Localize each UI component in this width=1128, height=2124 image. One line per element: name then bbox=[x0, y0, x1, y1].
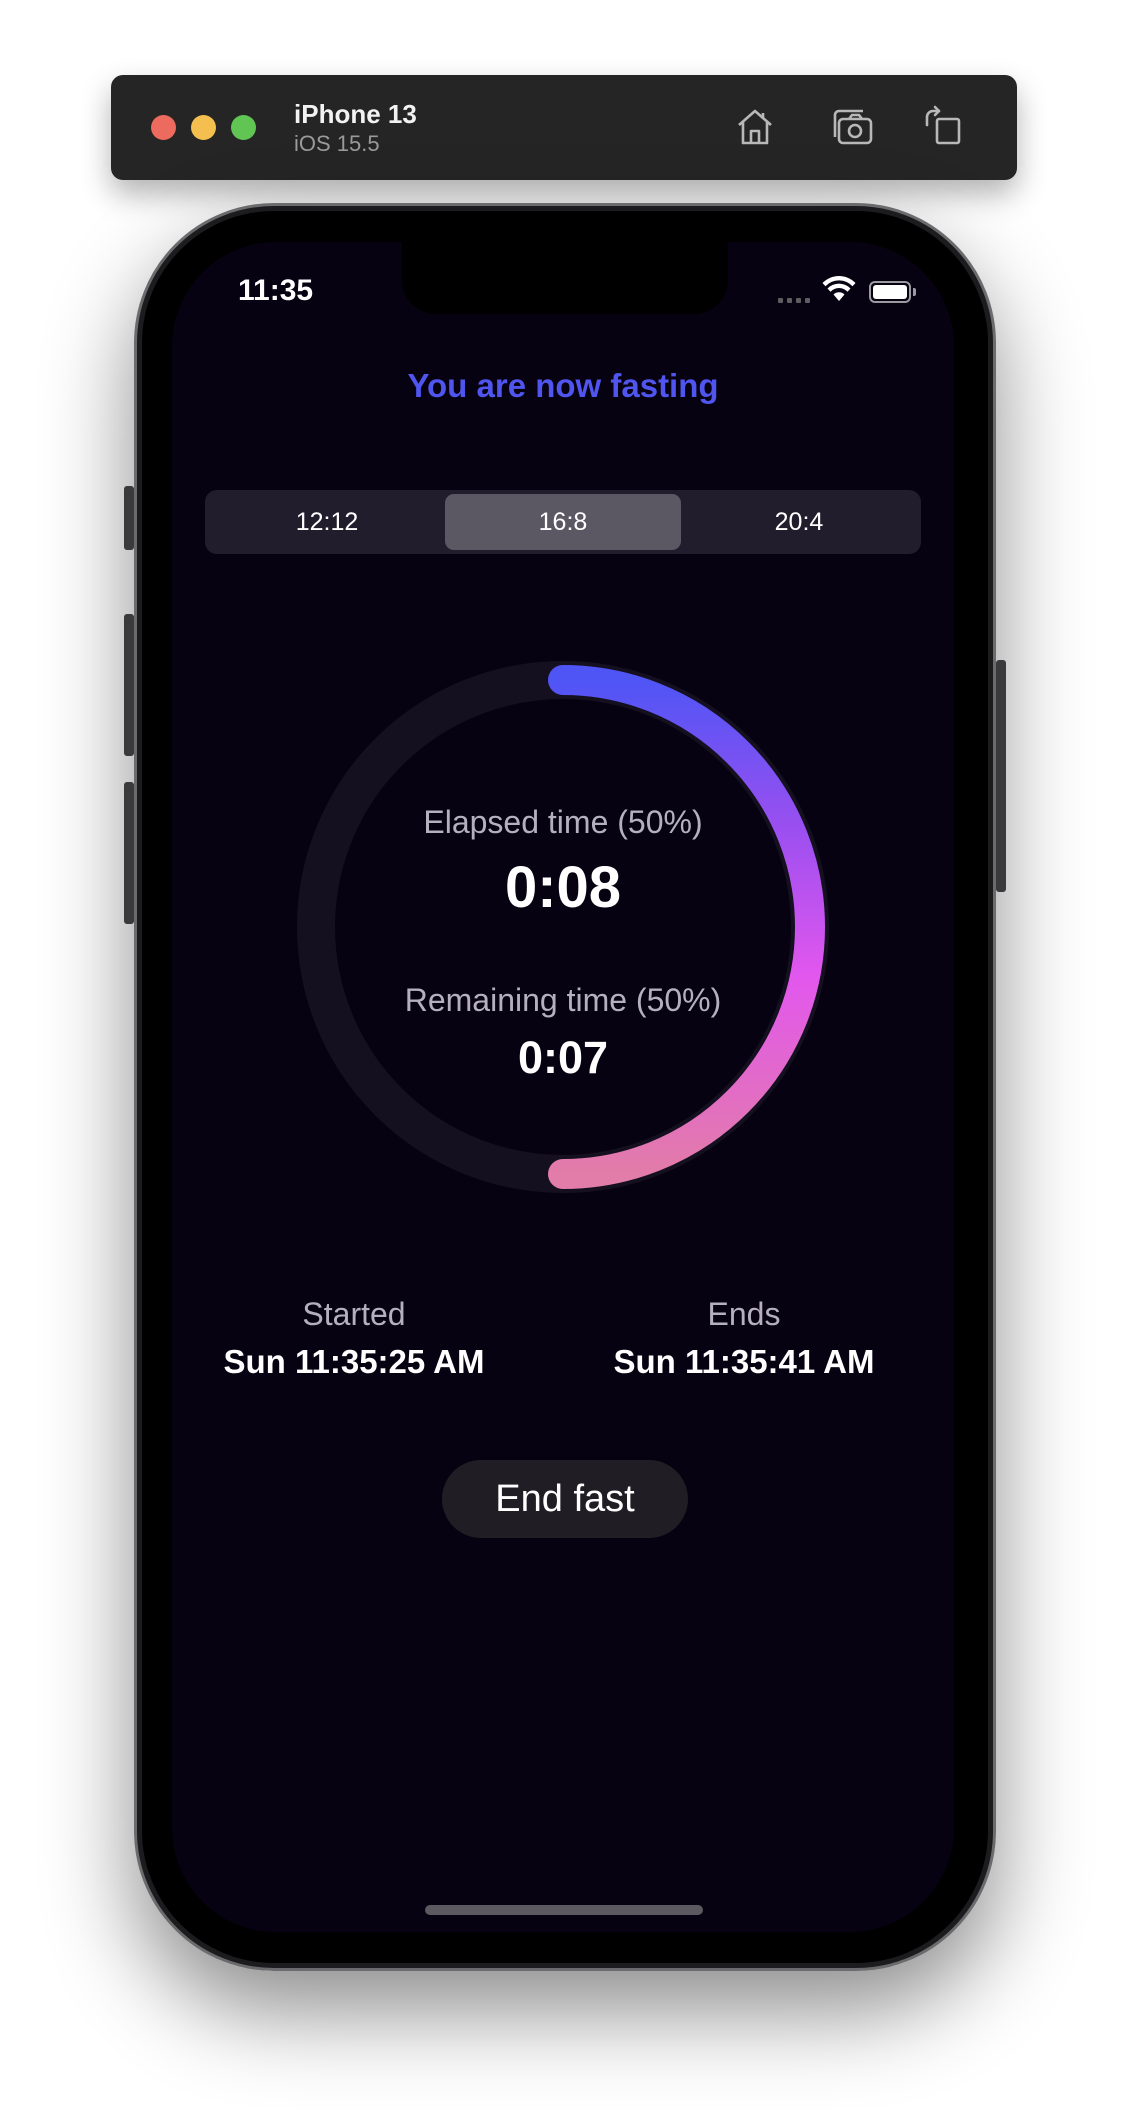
zoom-window-button[interactable] bbox=[231, 115, 256, 140]
phone-screen: 11:35 You are now fasting 12:12 16:8 20:… bbox=[172, 242, 954, 1932]
screenshot-icon[interactable] bbox=[829, 103, 877, 151]
started-label: Started bbox=[302, 1296, 406, 1332]
elapsed-time-label: Elapsed time (50%) bbox=[423, 804, 703, 840]
close-window-button[interactable] bbox=[151, 115, 176, 140]
os-version: iOS 15.5 bbox=[294, 131, 380, 156]
rotate-icon[interactable] bbox=[919, 103, 967, 151]
fasting-progress-ring bbox=[297, 661, 829, 1193]
home-icon[interactable] bbox=[731, 103, 779, 151]
volume-down-button bbox=[124, 782, 134, 924]
volume-up-button bbox=[124, 614, 134, 756]
started-info: Started Sun 11:35:25 AM bbox=[174, 1296, 534, 1381]
remaining-time-value: 0:07 bbox=[517, 1032, 609, 1083]
home-indicator bbox=[425, 1905, 703, 1915]
silent-switch bbox=[124, 486, 134, 550]
minimize-window-button[interactable] bbox=[191, 115, 216, 140]
device-name: iPhone 13 bbox=[294, 99, 417, 129]
simulator-toolbar: iPhone 13 iOS 15.5 bbox=[111, 75, 1017, 180]
remaining-time-label: Remaining time (50%) bbox=[404, 982, 722, 1018]
ends-value: Sun 11:35:41 AM bbox=[613, 1343, 875, 1380]
ends-info: Ends Sun 11:35:41 AM bbox=[564, 1296, 924, 1381]
progress-ring-fill bbox=[548, 665, 825, 1189]
elapsed-time-value: 0:08 bbox=[504, 855, 622, 920]
ends-label: Ends bbox=[707, 1296, 781, 1332]
power-button bbox=[996, 660, 1006, 892]
started-value: Sun 11:35:25 AM bbox=[223, 1343, 485, 1380]
end-fast-button[interactable]: End fast bbox=[442, 1460, 688, 1538]
